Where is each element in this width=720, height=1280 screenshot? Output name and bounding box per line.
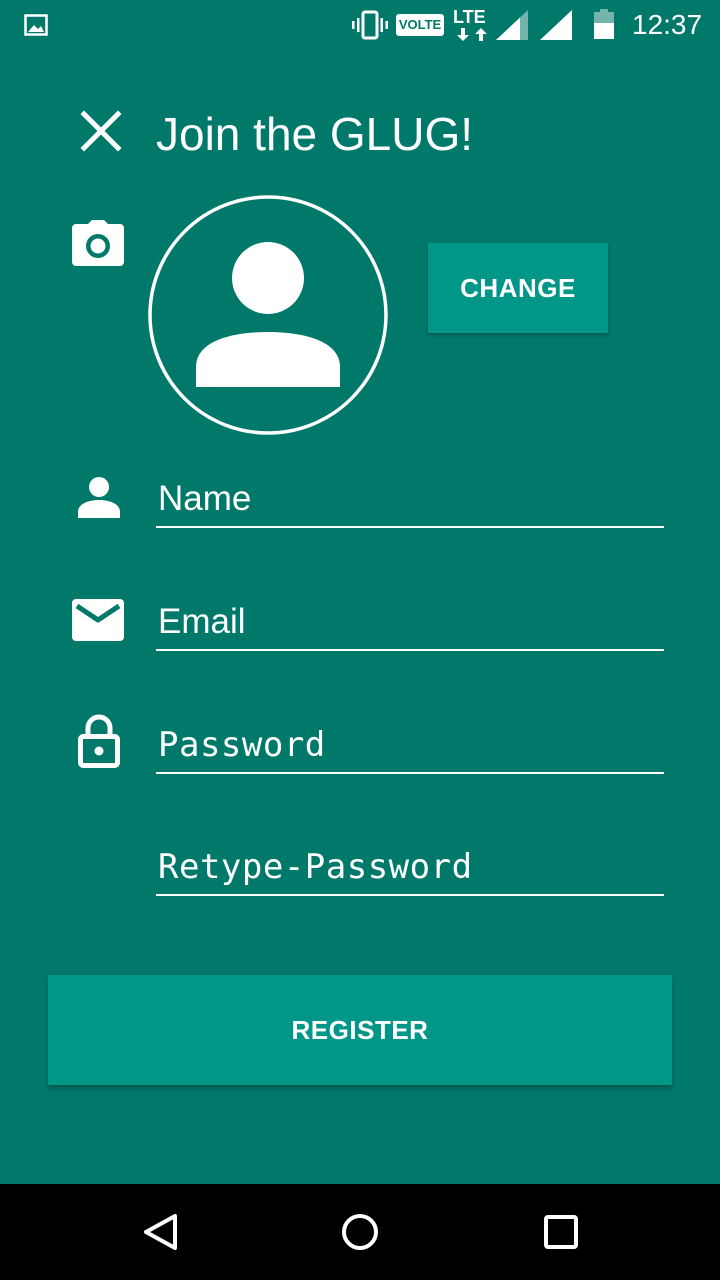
close-icon[interactable] <box>80 110 122 152</box>
email-field[interactable]: Email <box>156 593 664 651</box>
vibrate-icon <box>352 10 388 40</box>
email-placeholder: Email <box>158 602 246 641</box>
camera-icon <box>72 220 124 266</box>
change-photo-button[interactable]: CHANGE <box>428 243 608 333</box>
status-clock: 12:37 <box>632 9 703 40</box>
signal-icon <box>496 10 528 40</box>
home-icon[interactable] <box>340 1212 380 1252</box>
navigation-bar <box>0 1184 720 1280</box>
status-bar: VOLTE LTE 12:37 <box>0 0 720 50</box>
name-placeholder: Name <box>158 479 252 518</box>
avatar <box>148 195 388 435</box>
back-icon[interactable] <box>140 1212 180 1252</box>
name-field[interactable]: Name <box>156 470 664 528</box>
volte-badge: VOLTE <box>396 14 444 36</box>
lock-icon <box>78 714 120 768</box>
recents-icon[interactable] <box>541 1212 581 1252</box>
page-title: Join the GLUG! <box>156 108 474 160</box>
password-placeholder: Password <box>158 725 326 765</box>
signal-icon <box>540 10 572 40</box>
person-icon <box>78 477 120 518</box>
register-button[interactable]: REGISTER <box>48 975 672 1085</box>
gallery-icon <box>24 14 48 36</box>
battery-icon <box>594 9 614 39</box>
lte-icon: LTE <box>453 7 487 41</box>
lte-label: LTE <box>453 7 486 27</box>
retype-password-placeholder: Retype-Password <box>158 847 473 887</box>
mail-icon <box>72 599 124 641</box>
password-field[interactable]: Password <box>156 716 664 774</box>
retype-password-field[interactable]: Retype-Password <box>156 838 664 896</box>
